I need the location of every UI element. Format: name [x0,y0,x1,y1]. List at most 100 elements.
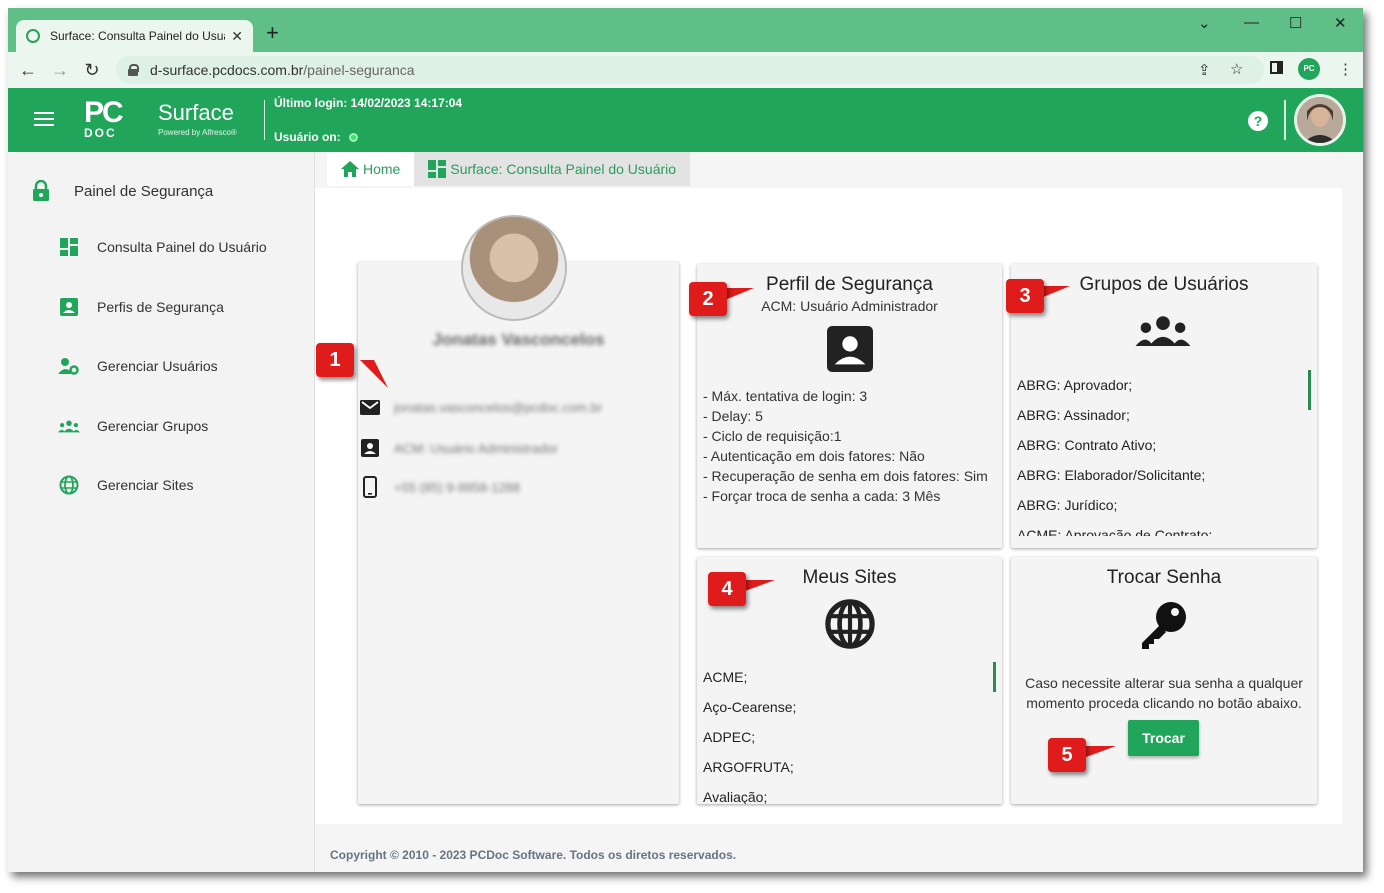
lock-icon [128,64,139,76]
list-item: ARGOFRUTA; [703,759,794,775]
sites-scrollbar[interactable] [993,662,996,692]
email-icon [360,400,380,415]
extension-icon[interactable]: PC [1298,58,1320,80]
address-bar: ← → ↻ d-surface.pcdocs.com.br/painel-seg… [8,52,1363,88]
profile-photo [461,215,567,321]
user-card: Jonatas Vasconcelos [358,262,679,804]
url-path: /painel-seguranca [303,62,415,78]
perfil-details: - Máx. tentativa de login: 3 - Delay: 5 … [703,386,988,506]
maximize-icon[interactable]: ☐ [1289,14,1302,32]
close-tab-icon[interactable]: ✕ [231,28,243,45]
user-phone-row: +55 (85) 9-9958-1288 [360,476,520,498]
logo-pc: PC [84,96,124,129]
user-profile: ACM: Usuário Administrador [394,440,558,456]
list-item: ACME; [703,669,748,685]
groups-icon [58,415,80,437]
grupos-list[interactable]: ABRG: Aprovador; ABRG: Assinador; ABRG: … [1017,370,1307,536]
logo-powered-by: Powered by Alfresco® [158,128,237,137]
grupos-scrollbar[interactable] [1308,370,1311,410]
reload-icon[interactable]: ↻ [80,60,104,81]
user-name: Jonatas Vasconcelos [432,330,605,349]
sidebar-item-grupos[interactable]: Gerenciar Grupos [58,415,208,437]
forward-icon[interactable]: → [48,60,72,81]
home-icon [341,161,359,177]
phone-icon [360,476,380,498]
perfil-line: - Autenticação em dois fatores: Não [703,448,925,464]
bookmark-star-icon[interactable]: ☆ [1230,60,1243,78]
side-panel-icon[interactable] [1270,61,1283,74]
sidebar-item-label: Gerenciar Sites [97,477,194,493]
user-phone: +55 (85) 9-9958-1288 [394,479,521,495]
sidebar-item-label: Gerenciar Usuários [97,358,218,374]
list-item: ABRG: Elaborador/Solicitante; [1017,467,1206,483]
callout-1-pointer [360,360,388,388]
menu-kebab-icon[interactable]: ⋮ [1338,60,1353,78]
avatar[interactable] [1294,94,1346,146]
sidebar-item-label: Consulta Painel do Usuário [97,239,267,255]
contact-card-icon [360,439,380,457]
globe-icon [58,474,80,496]
contact-card-icon [827,326,873,377]
sidebar-title-label: Painel de Segurança [74,182,214,200]
browser-tab[interactable]: Surface: Consulta Painel do Usuá ✕ [16,20,253,52]
hamburger-menu-icon[interactable] [34,112,54,126]
user-on-label: Usuário on: [274,130,341,144]
list-item: Aço-Cearense; [703,699,797,715]
favicon-icon [26,29,40,43]
breadcrumb-current-label: Surface: Consulta Painel do Usuário [450,161,677,177]
back-icon[interactable]: ← [16,60,40,81]
list-item: ABRG: Aprovador; [1017,377,1133,393]
window-close-icon[interactable]: ✕ [1334,14,1347,32]
globe-icon [824,598,876,655]
callout-3: 3 [1006,279,1044,313]
callout-1: 1 [316,343,354,377]
breadcrumb: Home Surface: Consulta Painel do Usuário [327,152,691,186]
user-online-status: Usuário on: [274,130,358,144]
header-divider-right [1284,100,1286,140]
user-email: jonatas.vasconcelos@pcdoc.com.br [394,400,603,415]
key-icon [1138,599,1190,656]
user-profile-row: ACM: Usuário Administrador [360,439,558,457]
perfil-line: - Forçar troca de senha a cada: 3 Mês [703,488,941,504]
breadcrumb-home[interactable]: Home [327,152,415,186]
share-icon[interactable]: ⇪ [1198,61,1211,79]
sidebar-item-sites[interactable]: Gerenciar Sites [58,474,193,496]
online-dot-icon [348,132,358,142]
breadcrumb-current[interactable]: Surface: Consulta Painel do Usuário [414,152,691,186]
tab-search-icon[interactable]: ⌄ [1198,14,1211,32]
perfil-line: - Máx. tentativa de login: 3 [703,388,868,404]
help-icon[interactable]: ? [1248,111,1268,131]
last-login: Último login: 14/02/2023 14:17:04 [274,96,463,110]
perfil-line: - Ciclo de requisição:1 [703,428,842,444]
callout-5: 5 [1048,738,1086,772]
logo-doc: DOC [84,126,117,140]
user-email-row: jonatas.vasconcelos@pcdoc.com.br [360,400,602,415]
sidebar-item-label: Gerenciar Grupos [97,418,209,434]
new-tab-button[interactable]: + [266,22,279,44]
list-item: ADPEC; [703,729,756,745]
sidebar-item-usuarios[interactable]: Gerenciar Usuários [58,355,218,377]
list-item: ABRG: Contrato Ativo; [1017,437,1157,453]
list-item: ABRG: Jurídico; [1017,497,1118,513]
senha-title: Trocar Senha [1106,567,1222,588]
url-host: d-surface.pcdocs.com.br [150,62,304,78]
logo-surface: Surface [158,100,234,125]
dashboard-icon [428,160,447,178]
senha-text: Caso necessite alterar sua senha a qualq… [1025,675,1303,711]
lock-icon [30,180,52,202]
url-field[interactable]: d-surface.pcdocs.com.br/painel-seguranca [116,56,1264,84]
user-gear-icon [58,355,80,377]
perfil-line: - Recuperação de senha em dois fatores: … [703,468,988,484]
sidebar-title[interactable]: Painel de Segurança [30,180,213,202]
sidebar-item-perfis[interactable]: Perfis de Segurança [58,296,224,318]
trocar-button[interactable]: Trocar [1128,720,1199,756]
breadcrumb-home-label: Home [363,161,401,177]
callout-2: 2 [689,282,727,316]
minimize-icon[interactable]: — [1244,14,1259,31]
sites-list[interactable]: ACME; Aço-Cearense; ADPEC; ARGOFRUTA; Av… [703,662,993,804]
callout-4: 4 [708,572,746,606]
list-item: ACME: Aprovação de Contrato; [1017,527,1213,536]
groups-icon [1132,314,1194,351]
footer-copyright: Copyright © 2010 - 2023 PCDoc Software. … [330,848,737,862]
sidebar-item-consulta[interactable]: Consulta Painel do Usuário [58,236,267,258]
